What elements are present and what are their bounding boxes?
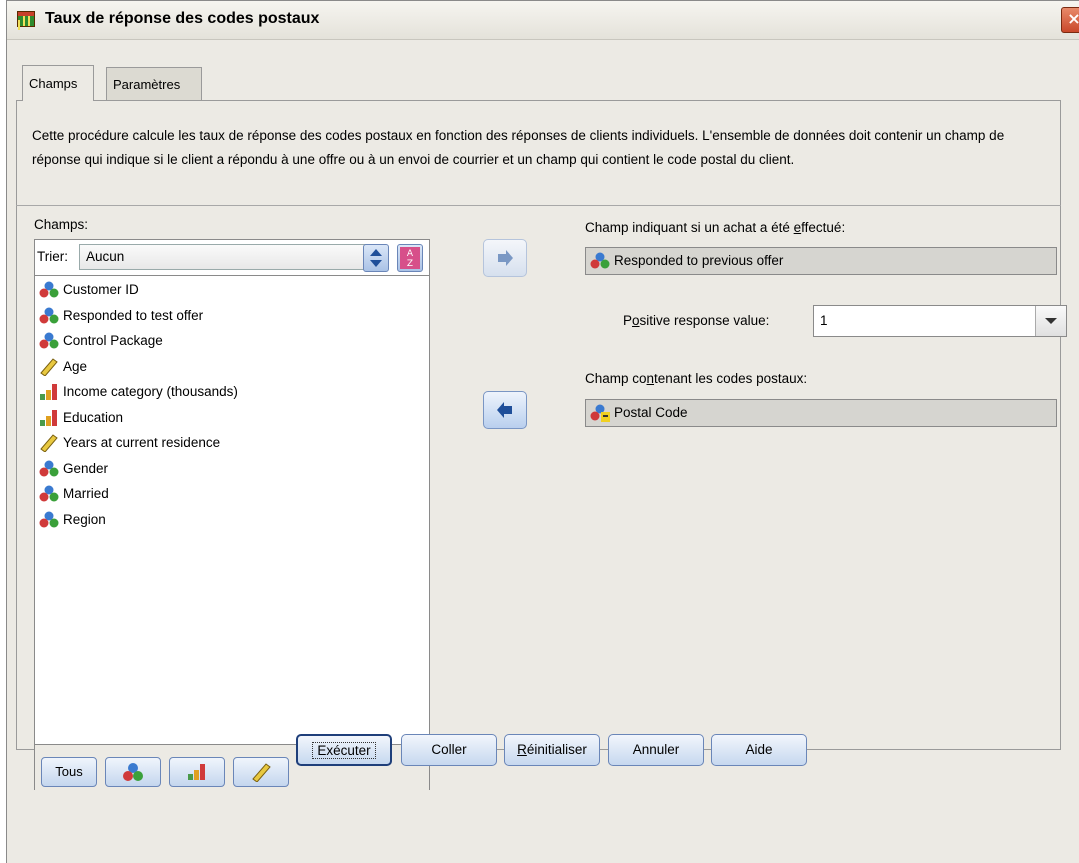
list-item-label: Region <box>63 511 106 527</box>
ruler-icon <box>40 434 58 452</box>
arrow-right-icon <box>498 250 513 266</box>
sort-order-button[interactable] <box>363 244 389 272</box>
list-item-label: Education <box>63 409 124 425</box>
ordinal-icon <box>40 409 57 426</box>
purchase-field-target[interactable]: Responded to previous offer <box>585 247 1057 275</box>
nominal-icon <box>39 485 59 502</box>
sort-dropdown[interactable]: Aucun <box>79 244 383 270</box>
nominal-icon <box>39 307 59 323</box>
ruler-icon <box>252 763 271 783</box>
chevron-down-icon[interactable] <box>1035 306 1066 336</box>
paste-button[interactable]: Coller <box>401 734 497 766</box>
positive-value-text: 1 <box>820 313 828 328</box>
sort-row: Trier: Aucun A Z <box>35 240 429 276</box>
nominal-icon <box>39 281 59 298</box>
nominal-string-icon <box>590 404 610 422</box>
fields-list-box: Trier: Aucun A Z Customer ID Responded to… <box>34 239 430 790</box>
list-item-label: Married <box>63 486 109 501</box>
filter-all-button[interactable]: Tous <box>41 757 97 787</box>
sort-alpha-icon: A Z <box>400 247 420 269</box>
ruler-icon <box>40 357 58 376</box>
fields-list: Customer ID Responded to test offer Contro… <box>35 276 429 746</box>
reset-button[interactable]: Réinitialiser <box>504 734 600 766</box>
title-bar: Taux de réponse des codes postaux × <box>7 1 1079 40</box>
sort-label: Trier: <box>37 249 68 264</box>
sort-updown-icon <box>370 249 382 267</box>
list-item-label: Control Package <box>63 333 163 348</box>
list-item-label: Customer ID <box>63 282 139 297</box>
move-to-purchase-button[interactable] <box>483 239 527 277</box>
ordinal-icon <box>40 384 57 400</box>
fields-label: Champs: <box>34 217 89 232</box>
tab-champs[interactable]: Champs <box>22 65 94 101</box>
nominal-icon <box>123 763 143 781</box>
move-to-postal-button[interactable] <box>483 391 527 429</box>
filter-scale-button[interactable] <box>233 757 289 787</box>
nominal-icon <box>39 511 59 527</box>
run-button[interactable]: Exécuter <box>296 734 392 766</box>
list-item-label: Age <box>63 358 88 374</box>
filter-nominal-button[interactable] <box>105 757 161 787</box>
postal-field-value: Postal Code <box>614 405 688 420</box>
arrow-left-icon <box>497 402 512 418</box>
window-title: Taux de réponse des codes postaux <box>45 10 320 27</box>
purchase-field-value: Responded to previous offer <box>614 253 784 268</box>
tab-parametres[interactable]: Paramètres <box>106 67 202 101</box>
close-button[interactable]: × <box>1061 7 1079 33</box>
positive-value-combo[interactable]: 1 <box>813 305 1067 337</box>
svg-text:A: A <box>407 249 414 259</box>
nominal-icon <box>39 332 59 349</box>
list-item-label: Gender <box>63 460 109 476</box>
postal-field-label: Champ contenant les codes postaux: <box>585 371 808 386</box>
sort-alpha-button[interactable]: A Z <box>397 244 423 272</box>
ordinal-icon <box>188 764 205 780</box>
separator <box>16 205 1061 206</box>
spss-app-icon <box>17 11 35 27</box>
postal-field-target[interactable]: Postal Code <box>585 399 1057 427</box>
help-button[interactable]: Aide <box>711 734 807 766</box>
filter-ordinal-button[interactable] <box>169 757 225 787</box>
positive-value-label: Positive response value: <box>623 313 770 328</box>
svg-text:Z: Z <box>407 259 413 269</box>
sort-value: Aucun <box>86 249 125 264</box>
nominal-icon <box>39 460 59 476</box>
list-item-label: Years at current residence <box>63 435 221 450</box>
nominal-icon <box>590 252 610 269</box>
list-item-label: Income category (thousands) <box>63 384 238 399</box>
purchase-field-label: Champ indiquant si un achat a été effect… <box>585 220 846 235</box>
cancel-button[interactable]: Annuler <box>608 734 704 766</box>
list-item-label: Responded to test offer <box>63 307 204 323</box>
procedure-description: Cette procédure calcule les taux de répo… <box>32 128 1005 167</box>
